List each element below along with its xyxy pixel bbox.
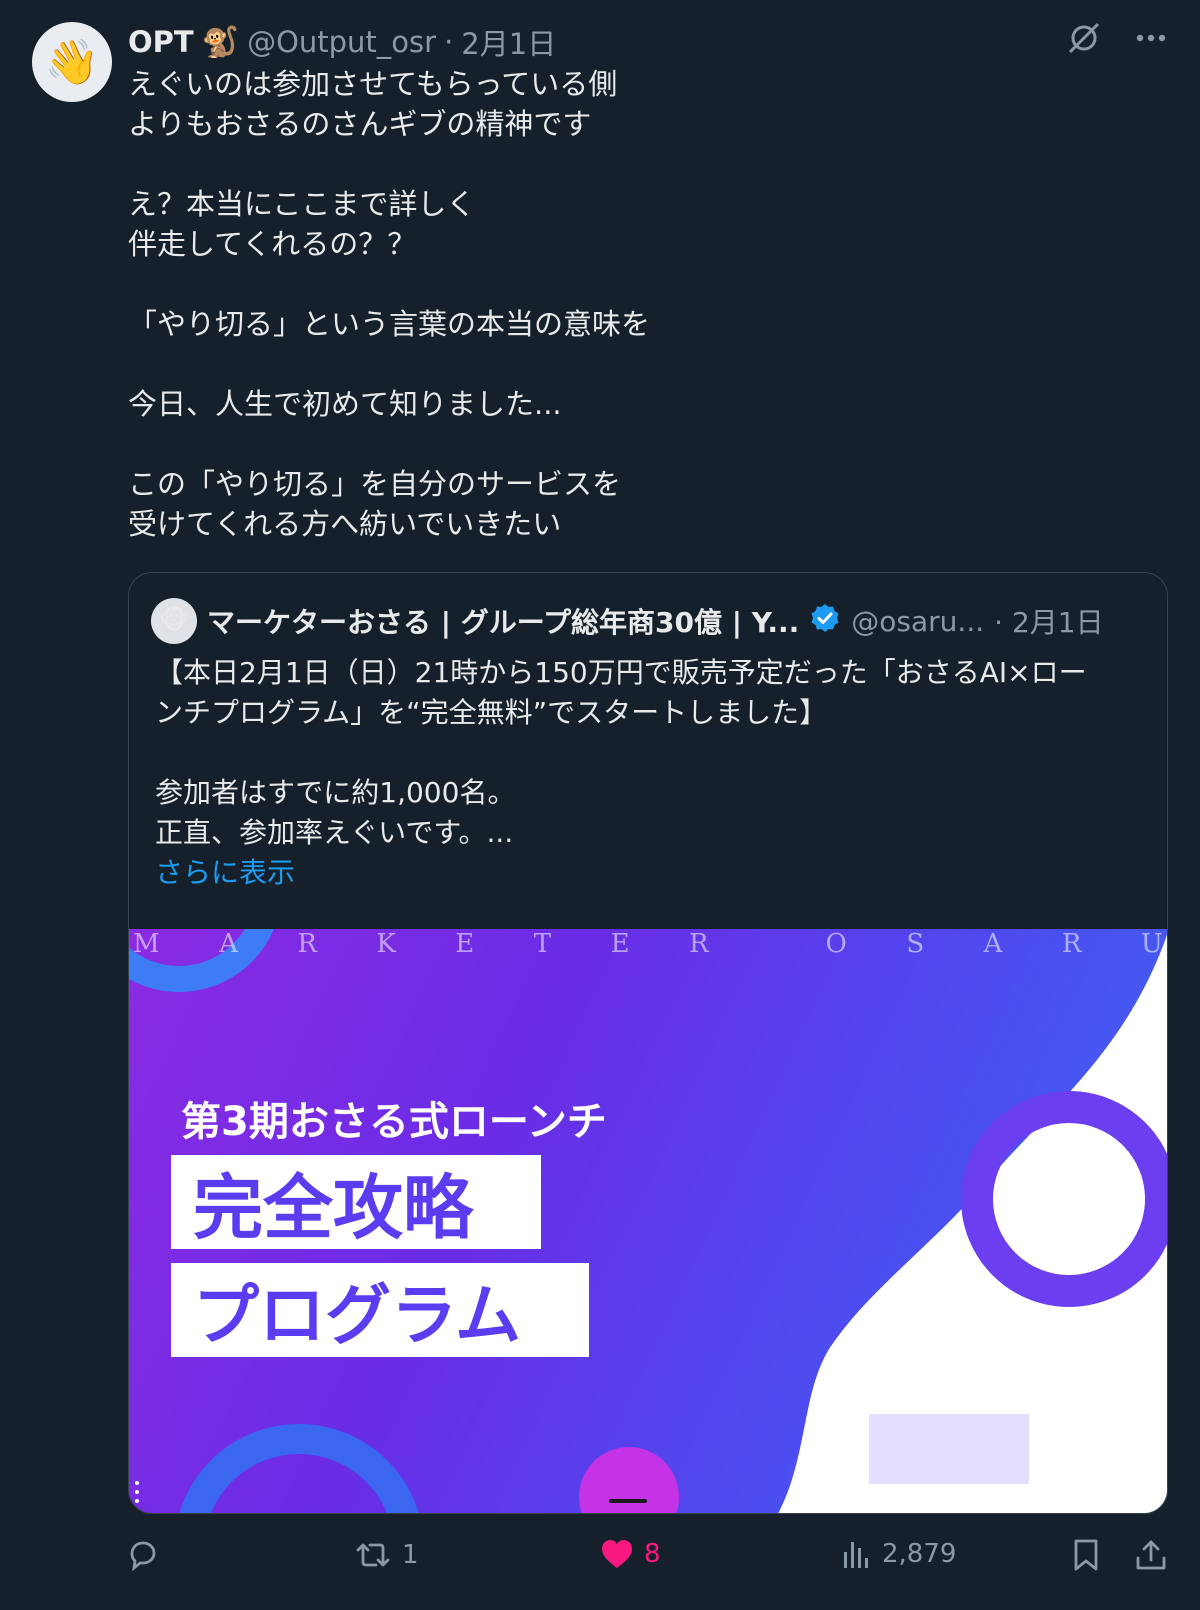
brand-letter: K bbox=[376, 929, 398, 959]
quoted-media-image[interactable]: M A R K E T E R O S A R U 第3期おさる式ローンチ 完全… bbox=[129, 929, 1167, 1513]
post-line: よりもおさるのさんギブの精神です bbox=[128, 107, 592, 141]
share-button[interactable] bbox=[1134, 1538, 1168, 1572]
reply-icon bbox=[130, 1541, 156, 1572]
home-indicator bbox=[609, 1499, 647, 1503]
quoted-line: ンチプログラム」を“完全無料”でスタートしました】 bbox=[155, 696, 828, 729]
decorative-shapes bbox=[778, 934, 1167, 1513]
waving-hand-emoji: 👋 bbox=[44, 37, 100, 88]
quoted-post-date[interactable]: · 2月1日 bbox=[994, 601, 1103, 641]
brand-letter: A bbox=[219, 929, 240, 959]
quoted-line bbox=[155, 733, 1139, 773]
media-handle-icon bbox=[135, 1481, 141, 1503]
verified-badge-icon bbox=[809, 602, 841, 641]
post-line: 伴走してくれるの？？ bbox=[128, 227, 417, 261]
reply-button[interactable] bbox=[126, 1538, 170, 1572]
quoted-line: 正直、参加率えぐいです。... bbox=[155, 816, 514, 849]
post-line: 受けてくれる方へ紡いでいきたい bbox=[128, 507, 562, 541]
author-name[interactable]: OPT bbox=[128, 25, 194, 59]
top-actions bbox=[1066, 20, 1166, 56]
quoted-author-handle[interactable]: @osaru... bbox=[851, 605, 984, 638]
post-line: 今日、人生で初めて知りました... bbox=[128, 387, 562, 421]
quoted-post[interactable]: 🐵 マーケターおさる | グループ総年商30億 | Y... @osaru...… bbox=[128, 572, 1168, 1514]
like-count: 8 bbox=[644, 1539, 661, 1569]
quoted-author-avatar[interactable]: 🐵 bbox=[151, 598, 197, 644]
brand-letter: E bbox=[455, 929, 477, 959]
brand-letter: E bbox=[610, 929, 632, 959]
media-headline-1: 完全攻略 bbox=[171, 1155, 541, 1249]
brand-letter: M bbox=[133, 929, 162, 959]
bookmark-icon bbox=[1074, 1539, 1098, 1571]
post-line: えぐいのは参加させてもらっている側 bbox=[128, 67, 618, 101]
views-count: 2,879 bbox=[882, 1539, 957, 1569]
post-line bbox=[128, 424, 1128, 464]
post-line: え？本当にここまで詳しく bbox=[128, 187, 476, 221]
repost-icon bbox=[356, 1543, 390, 1567]
brand-letter: R bbox=[1061, 929, 1084, 959]
separator-dot: · bbox=[444, 25, 454, 59]
monkey-emoji: 🐒 bbox=[201, 24, 240, 60]
arc-shape-bottom bbox=[179, 1424, 419, 1513]
monkey-face-emoji: 🐵 bbox=[158, 606, 190, 636]
repost-count: 1 bbox=[402, 1540, 419, 1570]
brand-letters: M A R K E T E R O S A R U bbox=[129, 929, 1167, 965]
bookmark-button[interactable] bbox=[1072, 1538, 1100, 1572]
brand-letter: T bbox=[533, 929, 554, 959]
views-chart-icon bbox=[844, 1542, 868, 1568]
post-date[interactable]: 2月1日 bbox=[461, 21, 556, 63]
media-title: 第3期おさる式ローンチ bbox=[181, 1099, 607, 1145]
repost-button[interactable]: 1 bbox=[354, 1538, 419, 1572]
heart-icon bbox=[602, 1540, 632, 1568]
post-line bbox=[128, 144, 1128, 184]
post-line bbox=[128, 344, 1128, 384]
post-line: 「やり切る」という言葉の本当の意味を bbox=[128, 307, 651, 341]
quoted-line: 【本日2月1日（日）21時から150万円で販売予定だった「おさるAI×ロー bbox=[155, 656, 1087, 689]
quoted-post-text: 【本日2月1日（日）21時から150万円で販売予定だった「おさるAI×ロー ンチ… bbox=[155, 653, 1139, 893]
author-handle[interactable]: @Output_osr bbox=[247, 25, 436, 59]
quoted-line: 参加者はすでに約1,000名。 bbox=[155, 776, 516, 809]
views-button[interactable]: 2,879 bbox=[842, 1538, 956, 1570]
brand-letter: A bbox=[983, 929, 1005, 959]
brand-letter: O bbox=[825, 929, 849, 959]
brand-letter: R bbox=[689, 929, 711, 959]
quoted-post-header: 🐵 マーケターおさる | グループ総年商30億 | Y... @osaru...… bbox=[151, 597, 1143, 645]
brand-letter: S bbox=[906, 929, 927, 959]
post-line: この「やり切る」を自分のサービスを bbox=[128, 467, 622, 501]
post-text: えぐいのは参加させてもらっている側 よりもおさるのさんギブの精神です え？本当に… bbox=[128, 64, 1128, 544]
author-avatar[interactable]: 👋 bbox=[32, 22, 112, 102]
post-header: OPT 🐒 @Output_osr · 2月1日 bbox=[128, 20, 556, 64]
show-more-link[interactable]: さらに表示 bbox=[155, 853, 1139, 893]
share-icon bbox=[1136, 1540, 1166, 1570]
media-headline-2: プログラム bbox=[171, 1263, 589, 1357]
brand-letter: R bbox=[297, 929, 319, 959]
action-bar: 1 8 2,879 bbox=[126, 1538, 1176, 1588]
more-options-icon[interactable] bbox=[1136, 33, 1166, 43]
grok-icon[interactable] bbox=[1066, 20, 1102, 56]
quoted-author-name[interactable]: マーケターおさる | グループ総年商30億 | Y... bbox=[207, 601, 799, 641]
post-line bbox=[128, 264, 1128, 304]
brand-letter: U bbox=[1140, 929, 1165, 959]
like-button[interactable]: 8 bbox=[600, 1538, 661, 1570]
